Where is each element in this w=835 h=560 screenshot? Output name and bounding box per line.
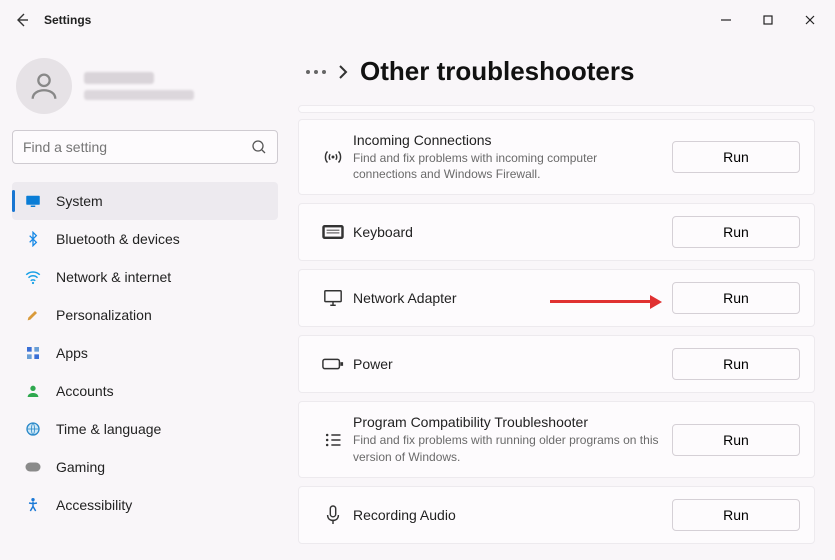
troubleshooter-incoming-connections: Incoming Connections Find and fix proble… (298, 119, 815, 195)
display-icon (313, 288, 353, 308)
sidebar-item-apps[interactable]: Apps (12, 334, 278, 372)
globe-icon (24, 420, 42, 438)
person-icon (24, 382, 42, 400)
run-button[interactable]: Run (672, 282, 800, 314)
card-title: Recording Audio (353, 507, 660, 523)
sidebar: System Bluetooth & devices Network & int… (0, 40, 290, 560)
sidebar-item-accounts[interactable]: Accounts (12, 372, 278, 410)
page-header: Other troubleshooters (306, 56, 815, 87)
troubleshooter-network-adapter: Network Adapter Run (298, 269, 815, 327)
sidebar-item-bluetooth[interactable]: Bluetooth & devices (12, 220, 278, 258)
main-panel: Other troubleshooters Incoming Connectio… (290, 40, 835, 560)
titlebar: Settings (0, 0, 835, 40)
sidebar-item-system[interactable]: System (12, 182, 278, 220)
troubleshooter-keyboard: Keyboard Run (298, 203, 815, 261)
sidebar-item-accessibility[interactable]: Accessibility (12, 486, 278, 524)
wifi-icon (24, 268, 42, 286)
battery-icon (313, 357, 353, 371)
page-title: Other troubleshooters (360, 56, 634, 87)
back-button[interactable] (8, 6, 36, 34)
monitor-icon (24, 192, 42, 210)
keyboard-icon (313, 224, 353, 240)
run-button[interactable]: Run (672, 499, 800, 531)
sidebar-item-label: Bluetooth & devices (56, 231, 180, 247)
breadcrumb-more-icon[interactable] (306, 70, 326, 74)
profile-text (84, 72, 194, 100)
card-title: Program Compatibility Troubleshooter (353, 414, 660, 430)
maximize-button[interactable] (759, 11, 777, 29)
troubleshooter-recording-audio: Recording Audio Run (298, 486, 815, 544)
troubleshooter-power: Power Run (298, 335, 815, 393)
run-button[interactable]: Run (672, 348, 800, 380)
card-description: Find and fix problems with running older… (353, 432, 660, 464)
sidebar-item-label: Network & internet (56, 269, 171, 285)
profile-block[interactable] (12, 50, 278, 130)
brush-icon (24, 306, 42, 324)
search-icon (251, 139, 267, 155)
card-title: Incoming Connections (353, 132, 660, 148)
card-title: Network Adapter (353, 290, 660, 306)
run-button[interactable]: Run (672, 141, 800, 173)
mic-icon (313, 504, 353, 526)
run-button[interactable]: Run (672, 216, 800, 248)
chevron-right-icon (338, 65, 348, 79)
sidebar-item-label: Gaming (56, 459, 105, 475)
card-title: Power (353, 356, 660, 372)
minimize-button[interactable] (717, 11, 735, 29)
sidebar-item-label: Time & language (56, 421, 161, 437)
apps-icon (24, 344, 42, 362)
accessibility-icon (24, 496, 42, 514)
sidebar-item-time-language[interactable]: Time & language (12, 410, 278, 448)
search-box[interactable] (12, 130, 278, 164)
avatar (16, 58, 72, 114)
troubleshooter-program-compatibility: Program Compatibility Troubleshooter Fin… (298, 401, 815, 477)
sidebar-item-personalization[interactable]: Personalization (12, 296, 278, 334)
sidebar-item-label: Accessibility (56, 497, 132, 513)
sidebar-item-label: Apps (56, 345, 88, 361)
search-input[interactable] (23, 139, 251, 155)
window-title: Settings (44, 13, 91, 27)
sidebar-item-label: System (56, 193, 103, 209)
sidebar-item-label: Accounts (56, 383, 114, 399)
sidebar-item-label: Personalization (56, 307, 152, 323)
gamepad-icon (24, 458, 42, 476)
close-button[interactable] (801, 11, 819, 29)
sidebar-item-gaming[interactable]: Gaming (12, 448, 278, 486)
run-button[interactable]: Run (672, 424, 800, 456)
card-description: Find and fix problems with incoming comp… (353, 150, 660, 182)
sidebar-item-network[interactable]: Network & internet (12, 258, 278, 296)
broadcast-icon (313, 146, 353, 168)
window-controls (717, 11, 827, 29)
bluetooth-icon (24, 230, 42, 248)
card-title: Keyboard (353, 224, 660, 240)
card-sliver-top (298, 105, 815, 113)
list-icon (313, 430, 353, 450)
